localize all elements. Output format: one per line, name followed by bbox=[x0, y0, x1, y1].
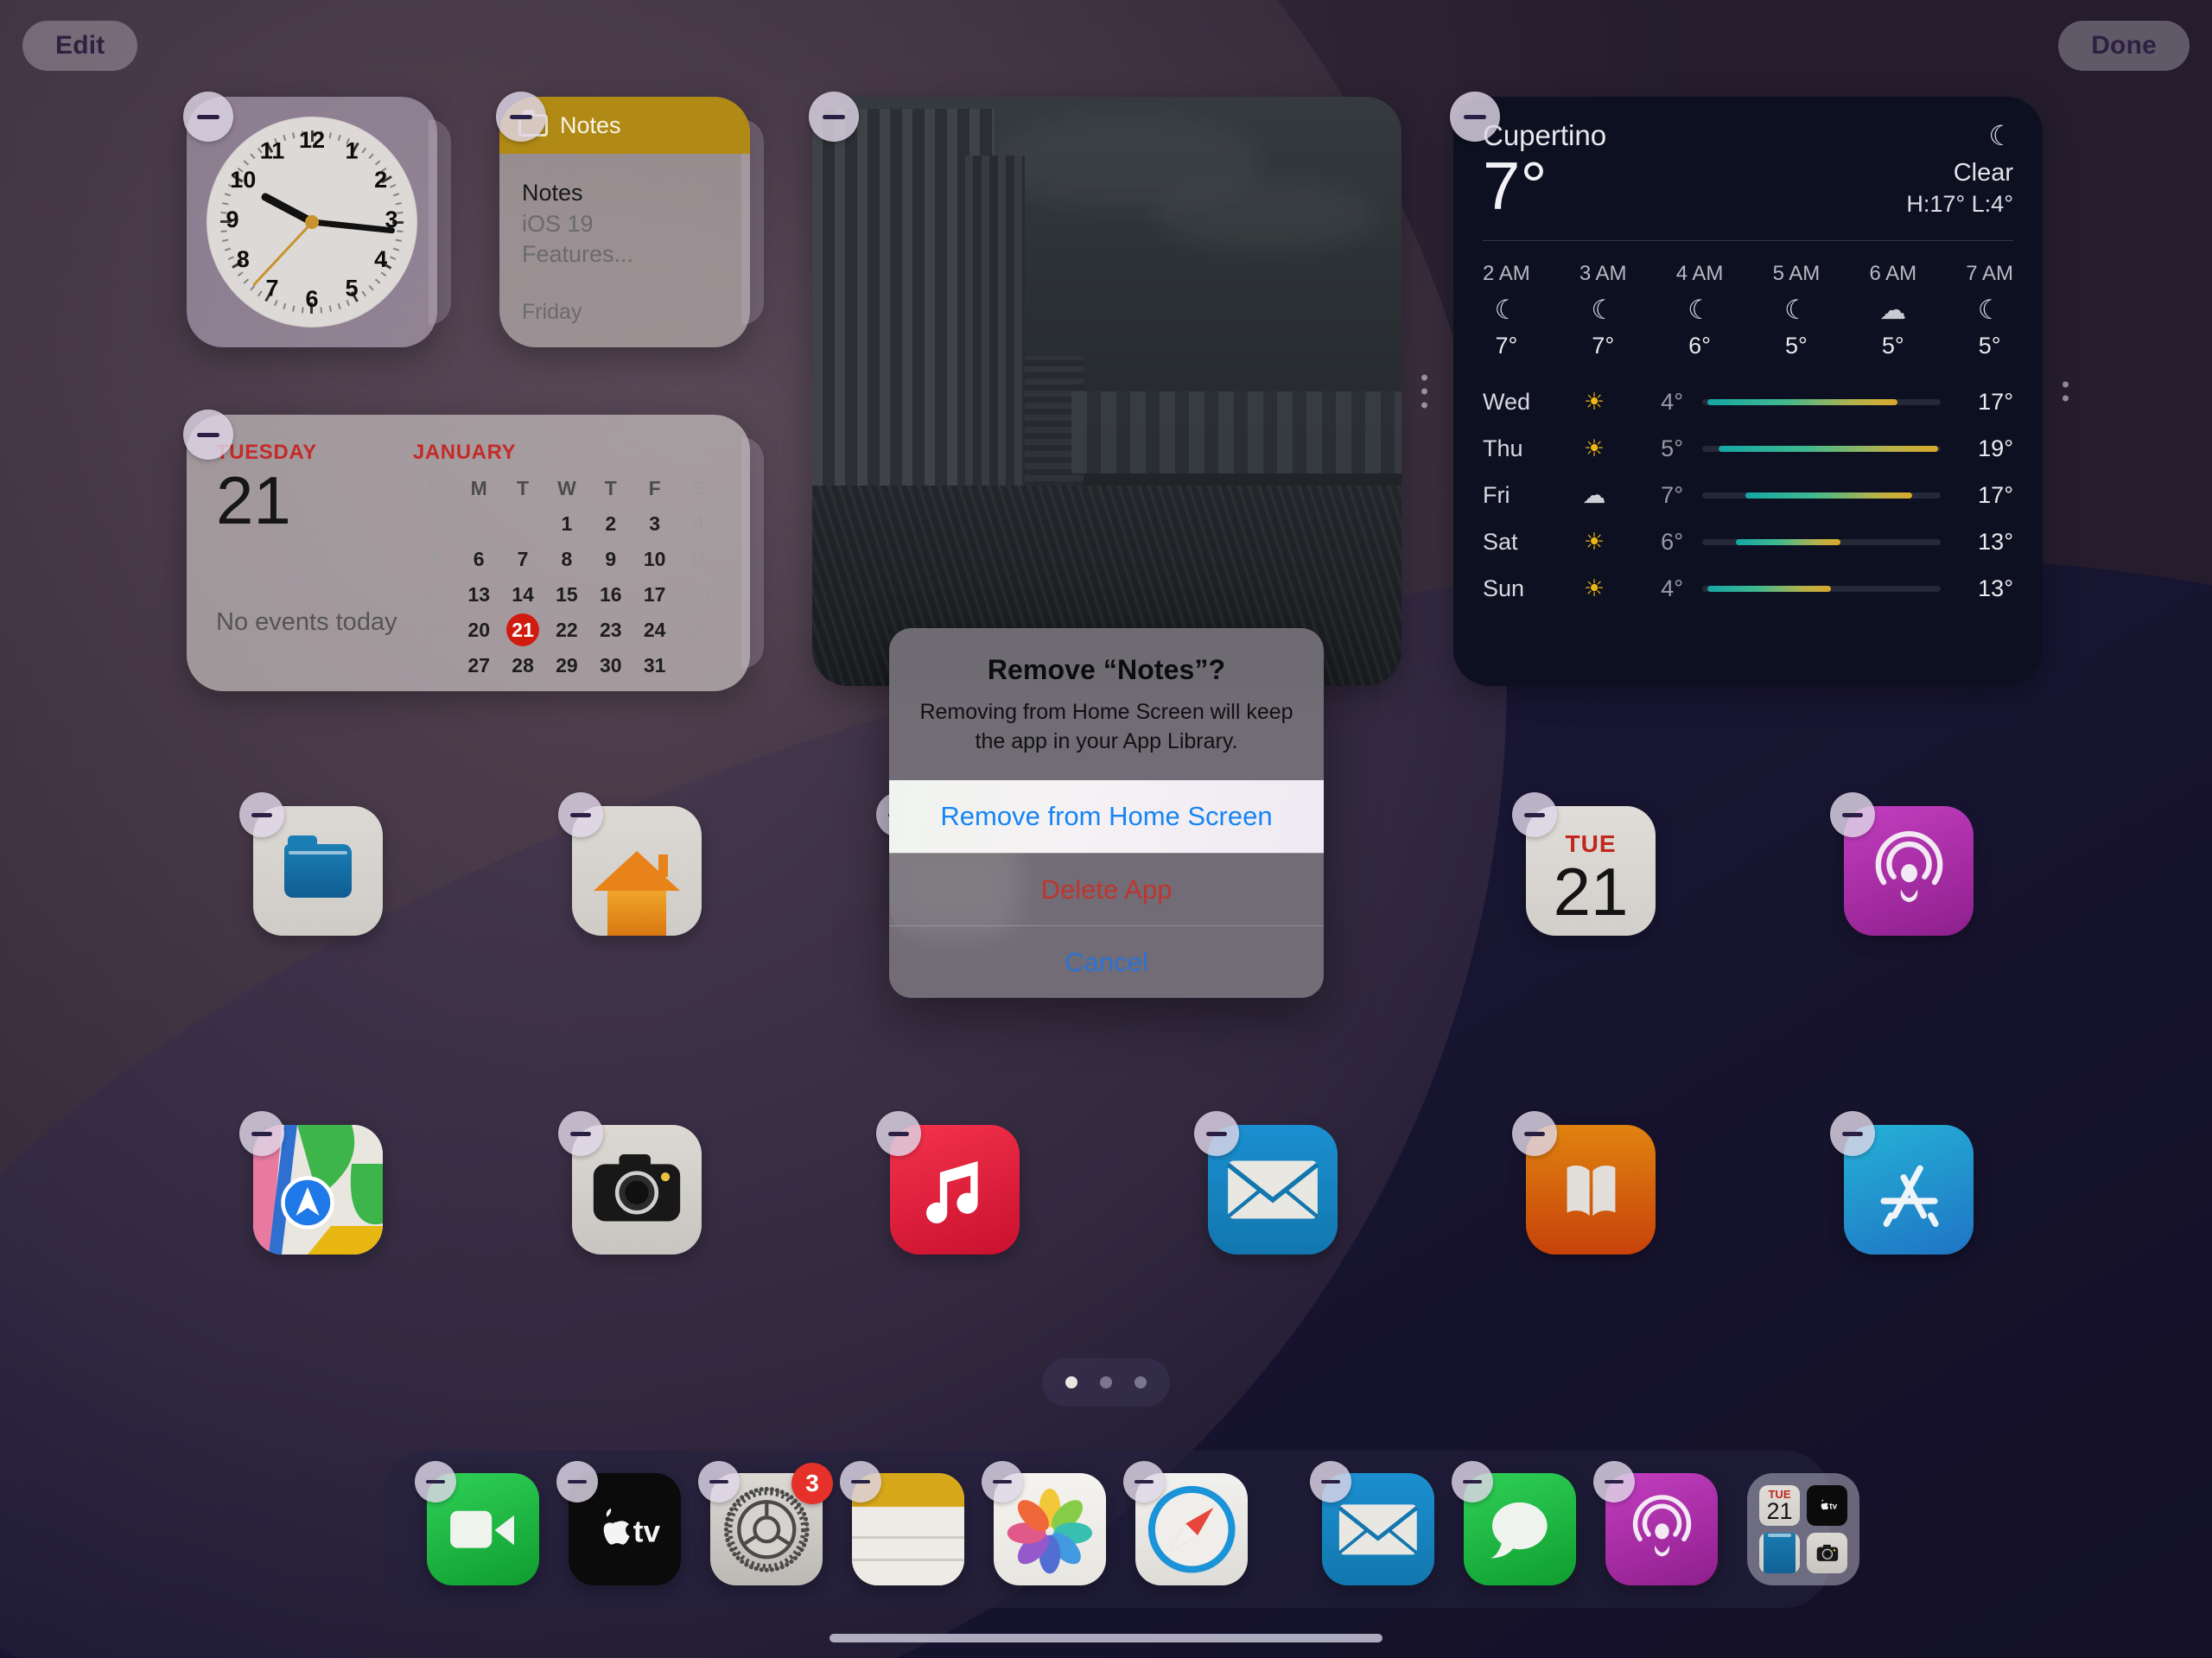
home-screen: Edit Done 12 1 2 3 4 5 6 7 8 9 10 11 Notes bbox=[0, 0, 2212, 1658]
remove-from-home-screen-button[interactable]: Remove from Home Screen bbox=[889, 780, 1324, 853]
alert-header: Remove “Notes”? Removing from Home Scree… bbox=[889, 628, 1324, 780]
alert-overlay: Remove “Notes”? Removing from Home Scree… bbox=[0, 0, 2212, 1658]
remove-app-alert-dialog: Remove “Notes”? Removing from Home Scree… bbox=[889, 628, 1324, 998]
delete-app-button[interactable]: Delete App bbox=[889, 853, 1324, 925]
alert-title: Remove “Notes”? bbox=[987, 654, 1226, 685]
delete-app-label: Delete App bbox=[1040, 873, 1173, 905]
cancel-label: Cancel bbox=[1065, 946, 1148, 977]
cancel-button[interactable]: Cancel bbox=[889, 925, 1324, 998]
alert-message: Removing from Home Screen will keep the … bbox=[919, 700, 1294, 753]
remove-from-home-screen-label: Remove from Home Screen bbox=[940, 801, 1273, 831]
